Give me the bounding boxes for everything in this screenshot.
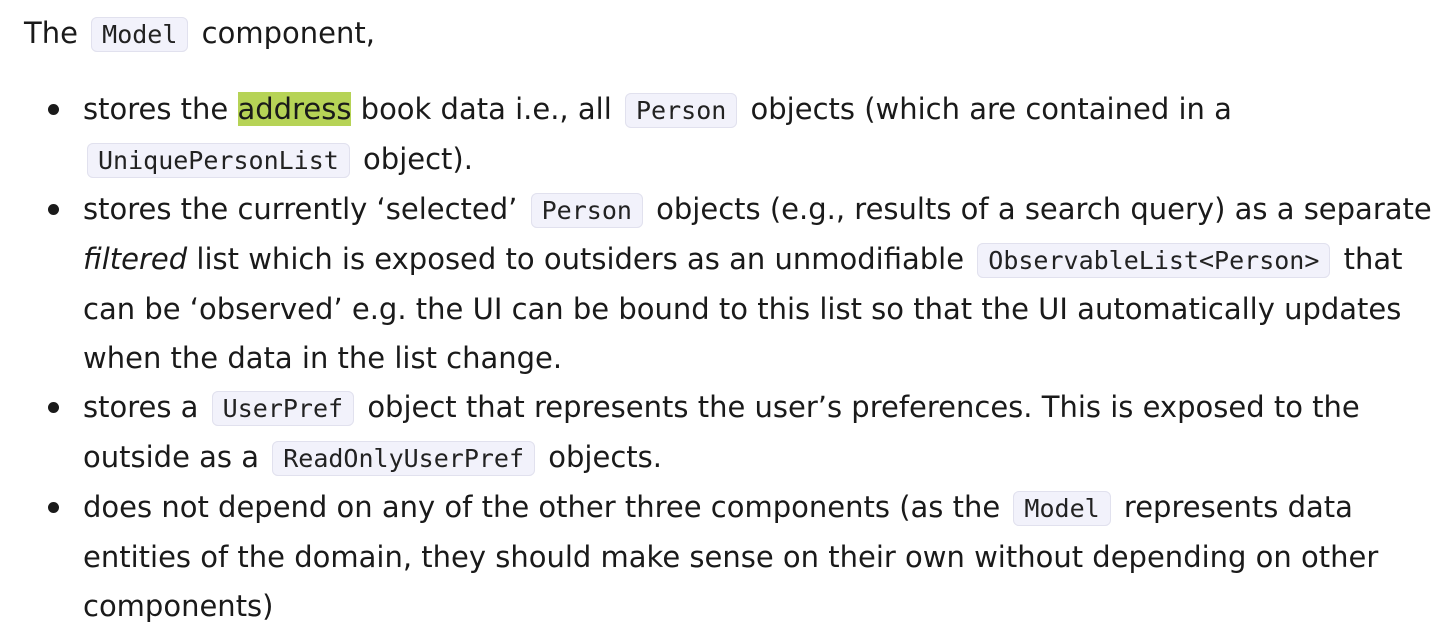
inline-code-person: Person xyxy=(530,193,643,228)
inline-code-unique-person-list: UniquePersonList xyxy=(87,143,350,178)
item-text: objects. xyxy=(548,440,662,474)
list-item: stores a UserPref object that represents… xyxy=(48,383,1448,483)
list-item: stores the currently ‘selected’ Person o… xyxy=(48,185,1448,383)
item-text: book data i.e., all xyxy=(360,92,612,126)
intro-paragraph: The Model component, xyxy=(24,9,1448,59)
item-text: stores the xyxy=(83,92,229,126)
inline-code-read-only-user-pref: ReadOnlyUserPref xyxy=(272,441,536,476)
inline-code-observable-list: ObservableList<Person> xyxy=(977,243,1331,278)
search-highlight: address xyxy=(237,92,352,126)
item-text: stores the currently ‘selected’ xyxy=(83,192,518,226)
item-text: objects (e.g., results of a search query… xyxy=(656,192,1432,226)
inline-code-model: Model xyxy=(91,17,189,52)
intro-prefix: The xyxy=(24,16,78,50)
item-text: list which is exposed to outsiders as an… xyxy=(196,242,965,276)
inline-code-person: Person xyxy=(624,93,738,128)
inline-code-user-pref: UserPref xyxy=(211,391,355,426)
item-text: object). xyxy=(363,142,473,176)
inline-code-model: Model xyxy=(1013,491,1111,526)
intro-suffix: component, xyxy=(201,16,375,50)
list-item: stores the address book data i.e., all P… xyxy=(48,85,1448,185)
item-text: stores a xyxy=(83,390,199,424)
list-item: does not depend on any of the other thre… xyxy=(48,483,1448,631)
item-text: objects (which are contained in a xyxy=(750,92,1232,126)
document-body: The Model component, stores the address … xyxy=(0,0,1448,631)
emphasis-filtered: filtered xyxy=(83,242,188,276)
item-text: does not depend on any of the other thre… xyxy=(83,490,1001,524)
responsibility-list: stores the address book data i.e., all P… xyxy=(24,85,1448,631)
